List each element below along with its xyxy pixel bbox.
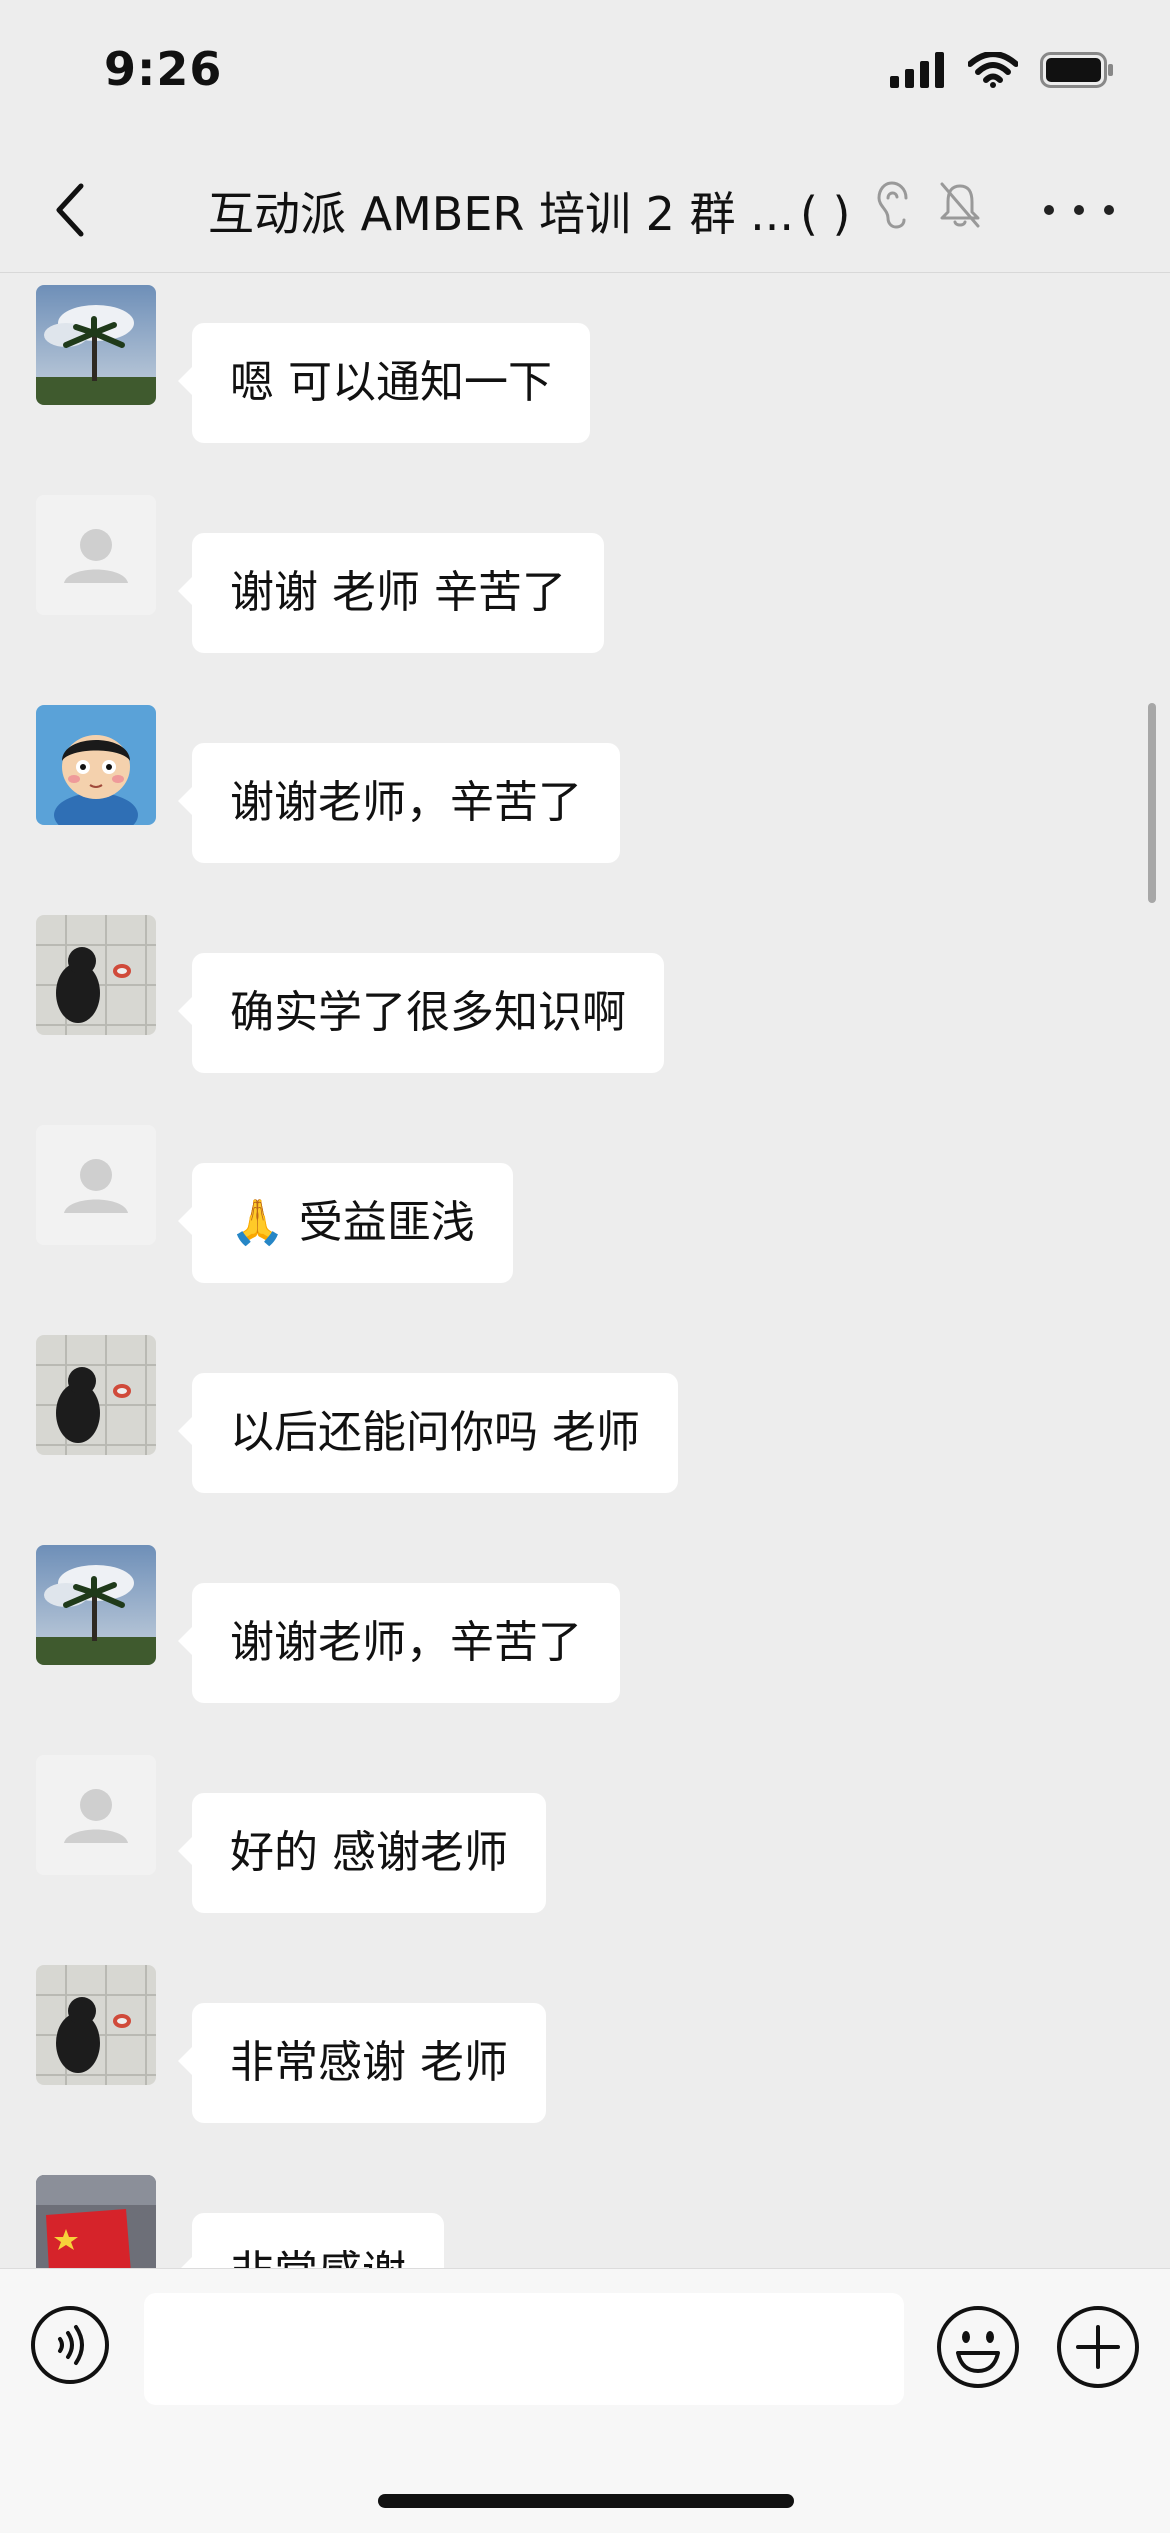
message-row: 以后还能问你吗 老师 <box>0 1329 1170 1539</box>
message-row: 谢谢老师，辛苦了 <box>0 1539 1170 1749</box>
message-bubble[interactable]: 以后还能问你吗 老师 <box>178 1373 678 1493</box>
message-row: 谢谢 老师 辛苦了 <box>0 489 1170 699</box>
message-list[interactable]: 嗯 可以通知一下 谢谢 老师 辛苦了 谢谢老师，辛苦了 确实学了很多知识啊 🙏 … <box>0 273 1170 2268</box>
member-count: ( ) <box>799 187 851 241</box>
avatar[interactable] <box>36 2175 156 2268</box>
avatar[interactable] <box>36 1755 156 1875</box>
chat-title: 互动派 AMBER 培训 2 群 ...( ) <box>208 178 851 244</box>
emoji-icon <box>937 2306 1019 2388</box>
avatar-penguin <box>36 1965 156 2085</box>
chat-header: 互动派 AMBER 培训 2 群 ...( ) <box>0 150 1170 273</box>
message-bubble[interactable]: 非常感谢 <box>178 2213 444 2268</box>
title-status-icons <box>876 180 982 230</box>
home-indicator[interactable] <box>378 2494 794 2508</box>
group-name: 互动派 AMBER 培训 2 群 ... <box>208 187 794 241</box>
message-row: 非常感谢 <box>0 2169 1170 2268</box>
ear-icon <box>877 181 908 229</box>
bell-slash-icon <box>940 182 980 228</box>
avatar[interactable] <box>36 915 156 1035</box>
message-bubble[interactable]: 谢谢老师，辛苦了 <box>178 743 620 863</box>
message-bubble[interactable]: 好的 感谢老师 <box>178 1793 546 1913</box>
status-time: 9:26 <box>104 42 223 96</box>
message-row: 🙏 受益匪浅 <box>0 1119 1170 1329</box>
message-bubble[interactable]: 确实学了很多知识啊 <box>178 953 664 1073</box>
message-row: 确实学了很多知识啊 <box>0 909 1170 1119</box>
signal-icon <box>890 52 944 88</box>
message-bubble[interactable]: 非常感谢 老师 <box>178 2003 546 2123</box>
message-row: 谢谢老师，辛苦了 <box>0 699 1170 909</box>
message-row: 好的 感谢老师 <box>0 1749 1170 1959</box>
avatar-default <box>36 1125 156 1245</box>
message-input[interactable] <box>144 2293 904 2405</box>
message-bubble[interactable]: 谢谢老师，辛苦了 <box>178 1583 620 1703</box>
avatar[interactable] <box>36 285 156 405</box>
status-icons <box>890 52 1114 88</box>
avatar-default <box>36 495 156 615</box>
status-bar: 9:26 <box>0 0 1170 150</box>
voice-button[interactable] <box>30 2305 110 2385</box>
more-button[interactable] <box>1044 190 1114 230</box>
avatar[interactable] <box>36 1545 156 1665</box>
message-bubble[interactable]: 嗯 可以通知一下 <box>178 323 590 443</box>
battery-icon <box>1040 52 1113 88</box>
avatar-default <box>36 1755 156 1875</box>
plus-button[interactable] <box>1056 2305 1140 2389</box>
avatar-penguin <box>36 1335 156 1455</box>
emoji-button[interactable] <box>936 2305 1020 2389</box>
avatar-penguin <box>36 915 156 1035</box>
message-bubble[interactable]: 🙏 受益匪浅 <box>178 1163 513 1283</box>
avatar-cartoon-boy <box>36 705 156 825</box>
back-button[interactable] <box>40 172 100 248</box>
message-row: 非常感谢 老师 <box>0 1959 1170 2169</box>
wifi-icon <box>968 52 1018 88</box>
avatar-flag <box>36 2175 156 2268</box>
avatar-palm-tree <box>36 1545 156 1665</box>
message-row: 嗯 可以通知一下 <box>0 279 1170 489</box>
avatar[interactable] <box>36 1125 156 1245</box>
message-bubble[interactable]: 谢谢 老师 辛苦了 <box>178 533 604 653</box>
voice-icon <box>31 2306 109 2384</box>
scrollbar[interactable] <box>1148 703 1156 903</box>
avatar-palm-tree <box>36 285 156 405</box>
more-dots-icon <box>1044 205 1054 215</box>
avatar[interactable] <box>36 705 156 825</box>
chevron-left-icon <box>56 183 84 237</box>
avatar[interactable] <box>36 1335 156 1455</box>
plus-icon <box>1057 2306 1139 2388</box>
avatar[interactable] <box>36 1965 156 2085</box>
avatar[interactable] <box>36 495 156 615</box>
